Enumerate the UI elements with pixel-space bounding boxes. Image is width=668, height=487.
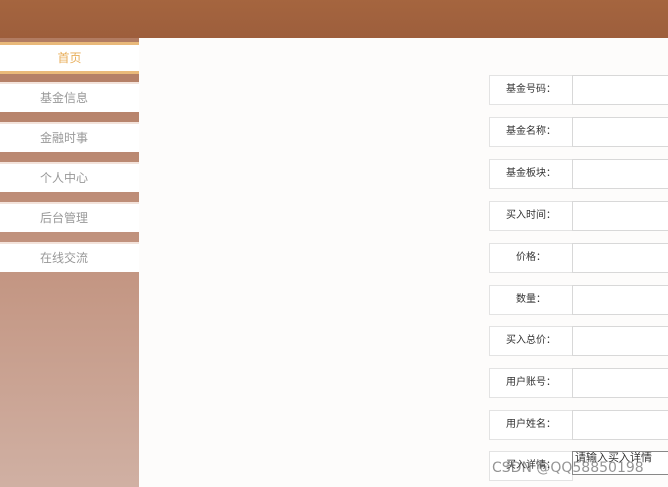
- user-account-input[interactable]: [572, 368, 668, 398]
- sidebar-nav: 首页 基金信息 金融时事 个人中心 后台管理 在线交流: [0, 38, 139, 487]
- form-row-quantity: 数量：: [489, 285, 668, 315]
- price-label: 价格：: [489, 243, 573, 273]
- form-row-fund-sector: 基金板块：: [489, 159, 668, 189]
- form-row-buy-details: 买入详情：: [489, 451, 668, 481]
- form-row-user-account: 用户账号：: [489, 368, 668, 398]
- nav-item-home[interactable]: 首页: [0, 42, 139, 74]
- form-row-buy-time: 买入时间：: [489, 201, 668, 231]
- fund-name-label: 基金名称：: [489, 117, 573, 147]
- form-row-fund-name: 基金名称：: [489, 117, 668, 147]
- form-row-fund-code: 基金号码：: [489, 75, 668, 105]
- nav-item-fund-info[interactable]: 基金信息: [0, 84, 139, 112]
- quantity-label: 数量：: [489, 285, 573, 315]
- form-row-price: 价格：: [489, 243, 668, 273]
- fund-code-input[interactable]: [572, 75, 668, 105]
- buy-time-label: 买入时间：: [489, 201, 573, 231]
- user-name-label: 用户姓名：: [489, 410, 573, 440]
- form-row-user-name: 用户姓名：: [489, 410, 668, 440]
- quantity-input[interactable]: [572, 285, 668, 315]
- total-price-input[interactable]: [572, 326, 668, 356]
- fund-sector-input[interactable]: [572, 159, 668, 189]
- nav-item-admin[interactable]: 后台管理: [0, 204, 139, 232]
- nav-item-online-chat[interactable]: 在线交流: [0, 244, 139, 272]
- user-name-input[interactable]: [572, 410, 668, 440]
- buy-details-label: 买入详情：: [489, 451, 573, 481]
- fund-name-input[interactable]: [572, 117, 668, 147]
- price-input[interactable]: [572, 243, 668, 273]
- user-account-label: 用户账号：: [489, 368, 573, 398]
- buy-time-input[interactable]: [572, 201, 668, 231]
- total-price-label: 买入总价：: [489, 326, 573, 356]
- form-row-total-price: 买入总价：: [489, 326, 668, 356]
- nav-item-financial-news[interactable]: 金融时事: [0, 124, 139, 152]
- top-header-bar: [0, 0, 668, 38]
- buy-details-textarea[interactable]: [572, 451, 668, 475]
- fund-sector-label: 基金板块：: [489, 159, 573, 189]
- nav-item-personal-center[interactable]: 个人中心: [0, 164, 139, 192]
- fund-code-label: 基金号码：: [489, 75, 573, 105]
